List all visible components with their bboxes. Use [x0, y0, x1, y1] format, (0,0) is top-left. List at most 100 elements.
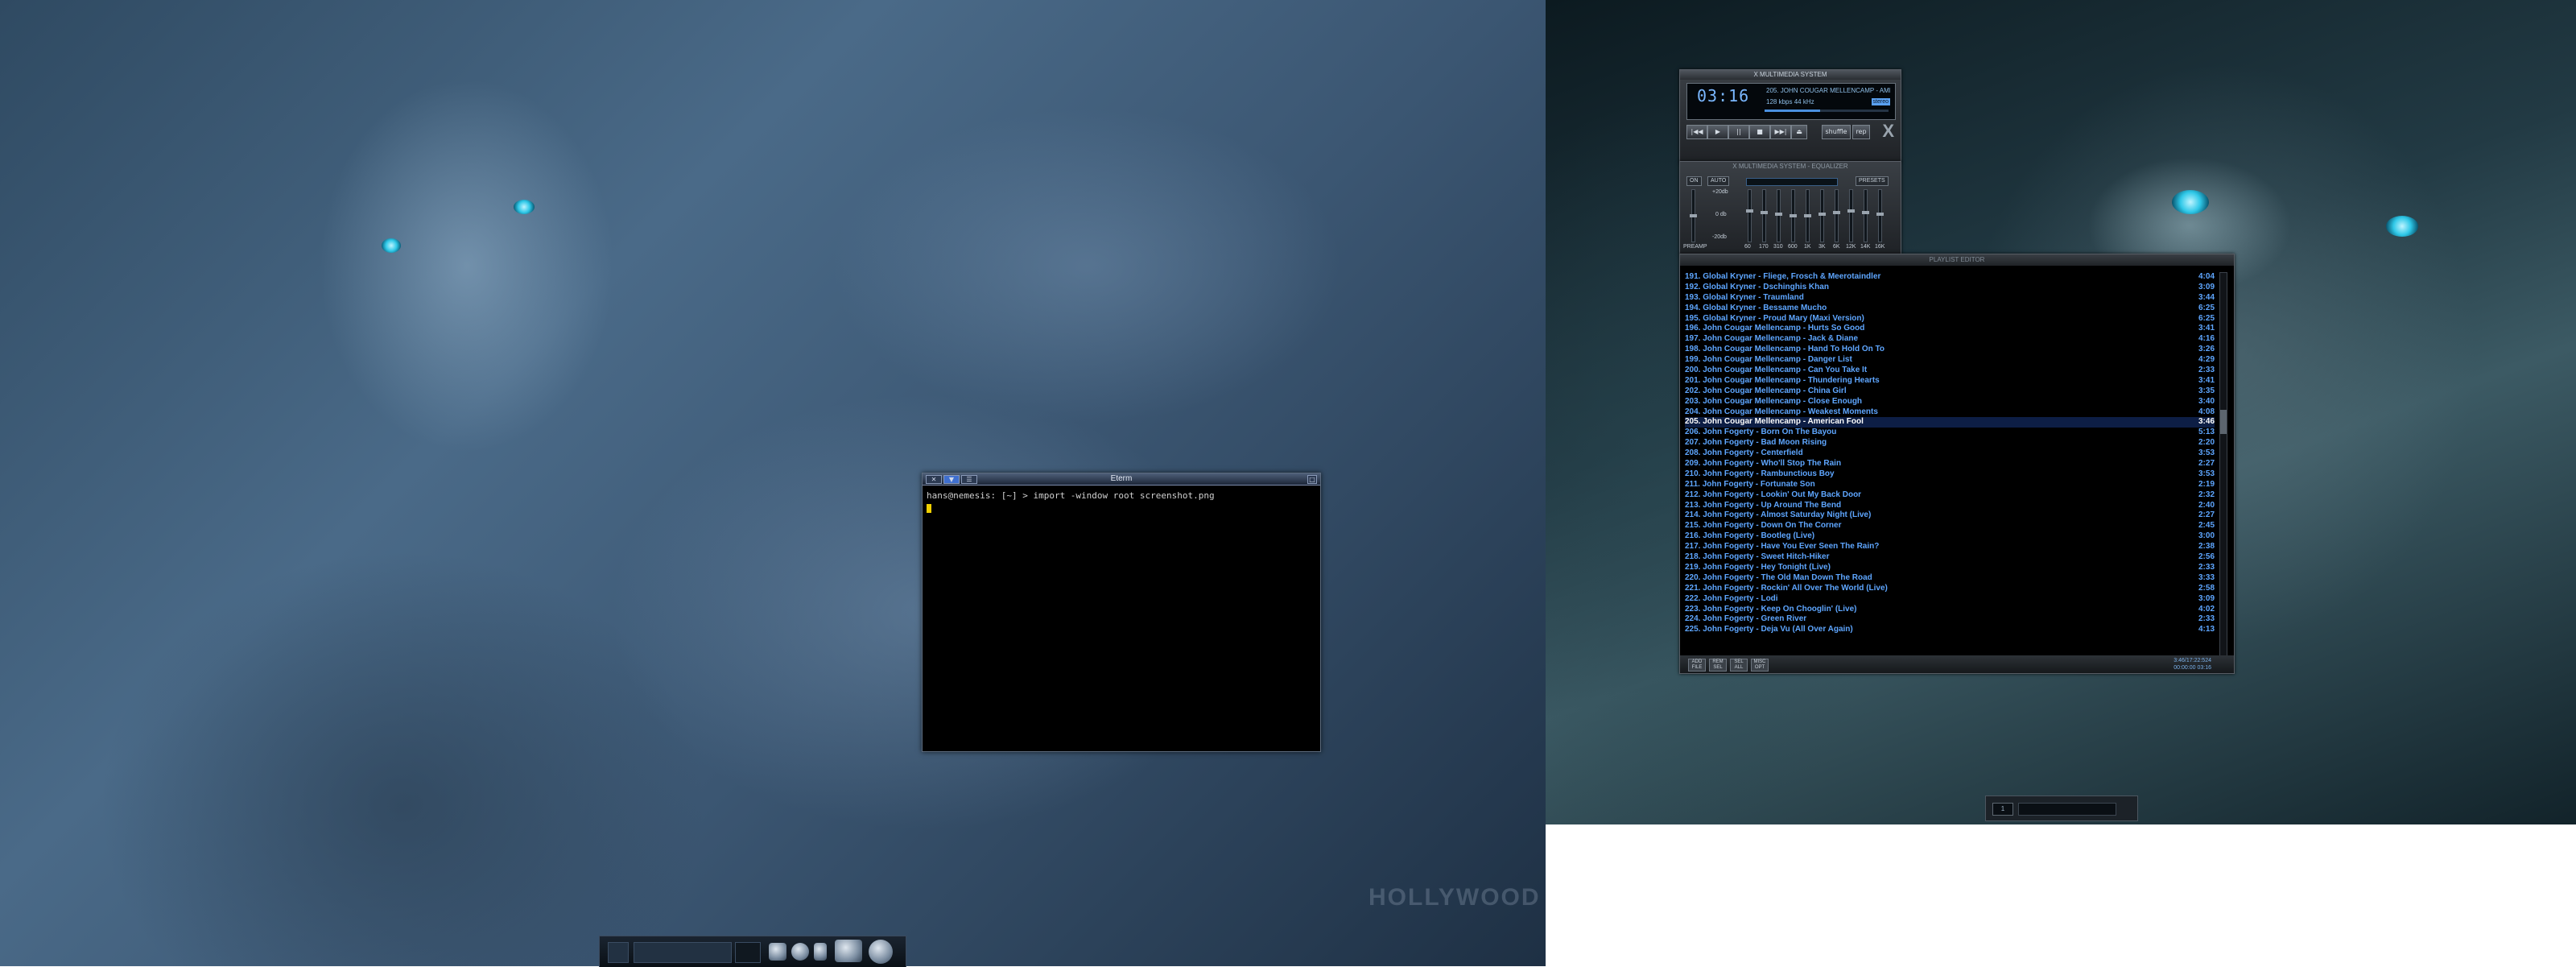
playlist-select-button[interactable]: SEL ALL — [1730, 659, 1748, 672]
mini-toolbar-button[interactable]: 1 — [1992, 803, 2013, 816]
mini-toolbar-field[interactable] — [2018, 803, 2116, 816]
playlist-row[interactable]: 196. John Cougar Mellencamp - Hurts So G… — [1685, 324, 2215, 334]
dock-speaker-icon[interactable] — [869, 940, 893, 964]
equalizer-on-button[interactable]: ON — [1686, 176, 1702, 186]
playlist-row[interactable]: 205. John Cougar Mellencamp - American F… — [1685, 417, 2215, 428]
dock-desktop-button[interactable] — [608, 942, 629, 963]
playlist-row[interactable]: 199. John Cougar Mellencamp - Danger Lis… — [1685, 355, 2215, 366]
playlist-row[interactable]: 198. John Cougar Mellencamp - Hand To Ho… — [1685, 345, 2215, 355]
dock-telephone-icon[interactable] — [835, 940, 862, 962]
playlist-add-button[interactable]: ADD FILE — [1688, 659, 1706, 672]
playlist-row[interactable]: 216. John Fogerty - Bootleg (Live) 3:00 — [1685, 531, 2215, 542]
playlist-row[interactable]: 218. John Fogerty - Sweet Hitch-Hiker 2:5… — [1685, 552, 2215, 563]
equalizer-band-slider[interactable] — [1818, 189, 1826, 242]
playlist-row[interactable]: 208. John Fogerty - Centerfield 3:53 — [1685, 448, 2215, 459]
equalizer-slider-knob[interactable] — [1761, 211, 1768, 214]
playlist-row[interactable]: 220. John Fogerty - The Old Man Down The… — [1685, 573, 2215, 584]
playlist-row[interactable]: 206. John Fogerty - Born On The Bayou 5:1… — [1685, 428, 2215, 438]
equalizer-band-slider[interactable] — [1761, 189, 1768, 242]
xmms-equalizer-window[interactable]: X MULTIMEDIA SYSTEM - EQUALIZER ON AUTO … — [1679, 161, 1901, 254]
playlist-row[interactable]: 217. John Fogerty - Have You Ever Seen T… — [1685, 542, 2215, 552]
playlist-row[interactable]: 212. John Fogerty - Lookin' Out My Back … — [1685, 490, 2215, 501]
xmms-previous-button[interactable]: |◀◀ — [1686, 125, 1707, 139]
playlist-remove-button[interactable]: REM SEL — [1709, 659, 1727, 672]
xmms-next-button[interactable]: ▶▶| — [1770, 125, 1791, 139]
equalizer-slider-knob[interactable] — [1746, 209, 1753, 213]
equalizer-band-slider[interactable] — [1775, 189, 1782, 242]
xmms-main-window[interactable]: X MULTIMEDIA SYSTEM 03:16 205. JOHN COUG… — [1679, 69, 1901, 163]
playlist-row[interactable]: 223. John Fogerty - Keep On Chooglin' (L… — [1685, 605, 2215, 615]
eterm-window[interactable]: ✕ ▼ ☰ Eterm □ hans@nemesis: [~] > import… — [922, 473, 1321, 752]
equalizer-slider-knob[interactable] — [1818, 213, 1826, 216]
xmms-seek-bar[interactable] — [1765, 110, 1889, 112]
mini-toolbar[interactable]: 1 — [1985, 796, 2138, 821]
equalizer-slider-knob[interactable] — [1790, 214, 1797, 217]
playlist-row[interactable]: 222. John Fogerty - Lodi 3:09 — [1685, 594, 2215, 605]
playlist-track-length: 2:32 — [2198, 490, 2215, 499]
dock-globe-icon[interactable] — [791, 943, 809, 961]
playlist-row[interactable]: 225. John Fogerty - Deja Vu (All Over Ag… — [1685, 625, 2215, 635]
playlist-misc-button[interactable]: MISC OPT — [1751, 659, 1769, 672]
eterm-maximize-icon[interactable]: □ — [1307, 475, 1317, 484]
dock-monitor-icon[interactable] — [769, 943, 786, 961]
playlist-row[interactable]: 210. John Fogerty - Rambunctious Boy 3:53 — [1685, 469, 2215, 480]
playlist-row[interactable]: 211. John Fogerty - Fortunate Son 2:19 — [1685, 480, 2215, 490]
playlist-row[interactable]: 191. Global Kryner - Fliege, Frosch & Me… — [1685, 272, 2215, 283]
equalizer-band-slider[interactable] — [1746, 189, 1753, 242]
playlist-row[interactable]: 192. Global Kryner - Dschinghis Khan 3:09 — [1685, 283, 2215, 293]
playlist-row[interactable]: 197. John Cougar Mellencamp - Jack & Dia… — [1685, 334, 2215, 345]
equalizer-band-slider[interactable] — [1876, 189, 1884, 242]
equalizer-preamp-slider[interactable] — [1690, 189, 1697, 242]
equalizer-slider-knob[interactable] — [1775, 213, 1782, 216]
equalizer-band-slider[interactable] — [1790, 189, 1797, 242]
playlist-row[interactable]: 215. John Fogerty - Down On The Corner 2:… — [1685, 521, 2215, 531]
playlist-row[interactable]: 214. John Fogerty - Almost Saturday Nigh… — [1685, 510, 2215, 521]
dock-pager[interactable] — [634, 942, 732, 963]
playlist-row[interactable]: 204. John Cougar Mellencamp - Weakest Mo… — [1685, 407, 2215, 418]
playlist-row[interactable]: 213. John Fogerty - Up Around The Bend 2:… — [1685, 501, 2215, 511]
playlist-scroll-thumb[interactable] — [2220, 410, 2227, 434]
equalizer-titlebar[interactable]: X MULTIMEDIA SYSTEM - EQUALIZER — [1680, 162, 1901, 171]
equalizer-band-slider[interactable] — [1862, 189, 1869, 242]
playlist-row[interactable]: 202. John Cougar Mellencamp - China Girl… — [1685, 386, 2215, 397]
dock-document-icon[interactable] — [814, 943, 827, 961]
xmms-play-button[interactable]: ▶ — [1707, 125, 1728, 139]
playlist-items[interactable]: 191. Global Kryner - Fliege, Frosch & Me… — [1685, 272, 2215, 635]
dock-task-slot[interactable] — [735, 942, 761, 963]
playlist-row[interactable]: 224. John Fogerty - Green River 2:33 — [1685, 614, 2215, 625]
equalizer-presets-button[interactable]: PRESETS — [1856, 176, 1889, 186]
xmms-pause-button[interactable]: || — [1728, 125, 1749, 139]
xmms-playlist-window[interactable]: PLAYLIST EDITOR 191. Global Kryner - Fli… — [1679, 254, 2235, 674]
playlist-row[interactable]: 195. Global Kryner - Proud Mary (Maxi Ve… — [1685, 314, 2215, 324]
equalizer-slider-knob[interactable] — [1876, 213, 1884, 216]
equalizer-slider-knob[interactable] — [1847, 209, 1855, 213]
xmms-eject-button[interactable]: ⏏ — [1791, 125, 1807, 139]
equalizer-band-slider[interactable] — [1804, 189, 1811, 242]
equalizer-slider-knob[interactable] — [1804, 214, 1811, 217]
equalizer-slider-knob[interactable] — [1833, 211, 1840, 214]
playlist-row[interactable]: 194. Global Kryner - Bessame Mucho 6:25 — [1685, 304, 2215, 314]
xmms-stop-button[interactable]: ■ — [1749, 125, 1770, 139]
playlist-track-title: 206. John Fogerty - Born On The Bayou — [1685, 428, 1837, 437]
playlist-row[interactable]: 201. John Cougar Mellencamp - Thundering… — [1685, 376, 2215, 386]
xmms-repeat-button[interactable]: rep — [1852, 125, 1870, 139]
terminal-area[interactable]: hans@nemesis: [~] > import -window root … — [923, 486, 1320, 520]
playlist-row[interactable]: 221. John Fogerty - Rockin' All Over The… — [1685, 584, 2215, 594]
playlist-row[interactable]: 207. John Fogerty - Bad Moon Rising 2:20 — [1685, 438, 2215, 448]
playlist-row[interactable]: 219. John Fogerty - Hey Tonight (Live) 2:… — [1685, 563, 2215, 573]
equalizer-auto-button[interactable]: AUTO — [1707, 176, 1730, 186]
eterm-titlebar[interactable]: ✕ ▼ ☰ Eterm □ — [923, 473, 1320, 486]
equalizer-slider-knob[interactable] — [1690, 214, 1697, 217]
equalizer-slider-knob[interactable] — [1862, 211, 1869, 214]
playlist-titlebar[interactable]: PLAYLIST EDITOR — [1680, 254, 2234, 266]
xmms-titlebar[interactable]: X MULTIMEDIA SYSTEM — [1680, 70, 1901, 80]
playlist-row[interactable]: 193. Global Kryner - Traumland 3:44 — [1685, 293, 2215, 304]
playlist-row[interactable]: 203. John Cougar Mellencamp - Close Enou… — [1685, 397, 2215, 407]
equalizer-band-slider[interactable] — [1847, 189, 1855, 242]
playlist-row[interactable]: 209. John Fogerty - Who'll Stop The Rain… — [1685, 459, 2215, 469]
xmms-shuffle-button[interactable]: shuffle — [1822, 125, 1851, 139]
equalizer-band-slider[interactable] — [1833, 189, 1840, 242]
playlist-row[interactable]: 200. John Cougar Mellencamp - Can You Ta… — [1685, 366, 2215, 376]
playlist-scrollbar[interactable] — [2219, 272, 2227, 660]
xmms-time[interactable]: 03:16 — [1697, 87, 1749, 105]
